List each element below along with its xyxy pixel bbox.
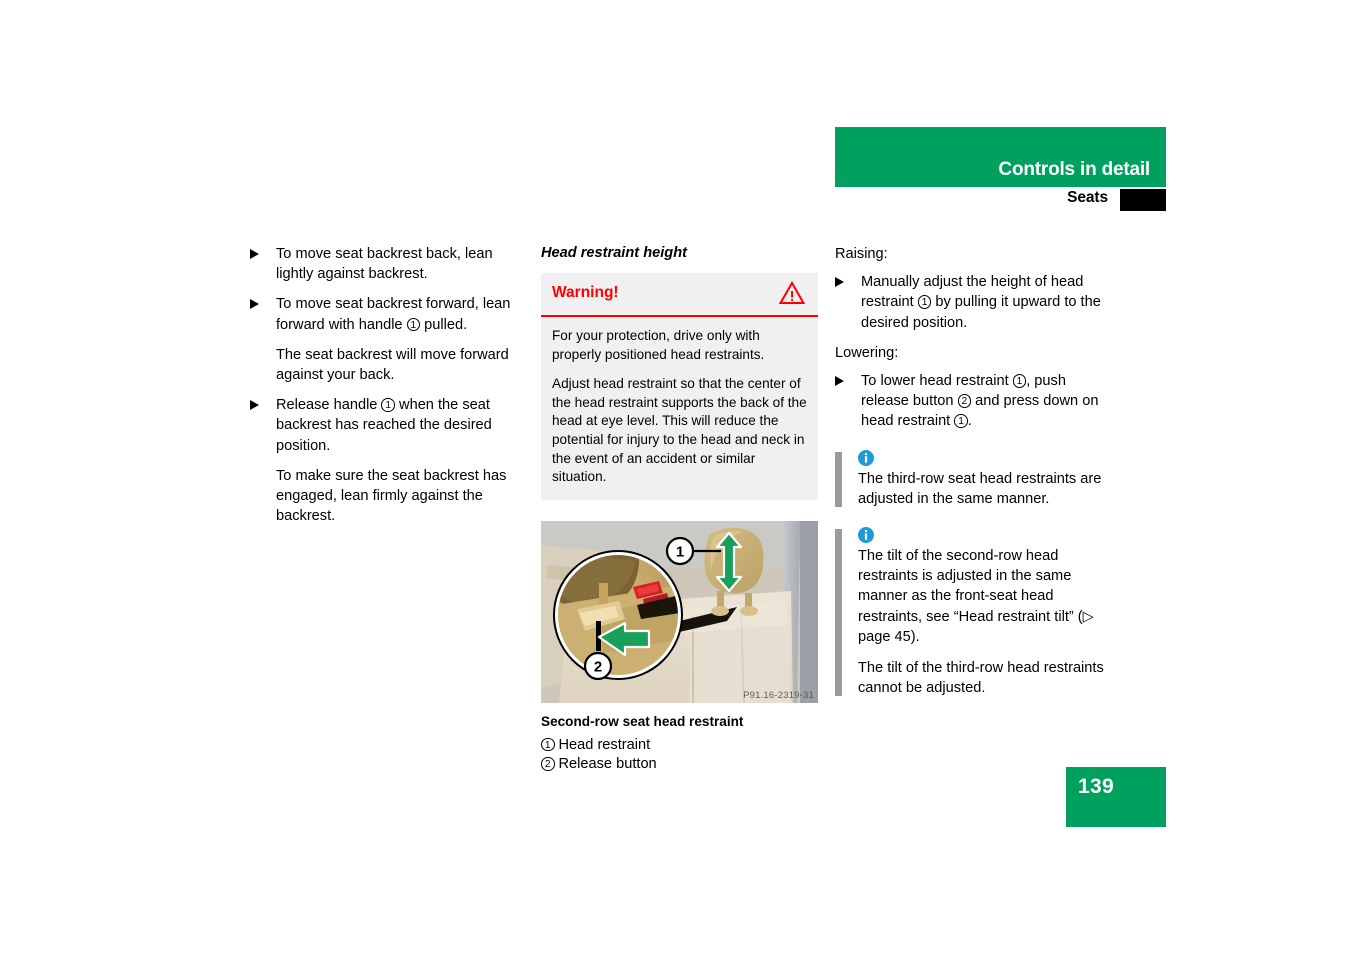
page-number-box: 139	[1066, 767, 1166, 827]
circled-number-1: 1	[381, 398, 395, 412]
triangle-bullet-icon	[250, 399, 259, 410]
note-paragraph: The tilt of the third-row head restraint…	[858, 660, 1104, 697]
instruction-note: The seat backrest will move forward agai…	[276, 346, 509, 384]
raising-instruction: Manually adjust the height of head restr…	[835, 272, 1117, 333]
svg-text:2: 2	[594, 658, 602, 675]
warning-paragraph: Adjust head restraint so that the center…	[552, 376, 807, 485]
instruction-text: Release handle 1 when the seat backrest …	[276, 397, 492, 454]
circled-number-1: 1	[1012, 374, 1027, 388]
info-note-box: The tilt of the second-row head restrain…	[835, 527, 1117, 698]
figure-legend-label: Release button	[558, 756, 657, 773]
info-icon	[858, 449, 874, 466]
figure-legend-item: 1 Head restraint	[541, 736, 818, 756]
notes-container: The third-row seat head restraints are a…	[835, 449, 1117, 699]
triangle-bullet-icon	[835, 375, 844, 386]
warning-paragraph: For your protection, drive only with pro…	[552, 328, 765, 362]
info-note-box: The third-row seat head restraints are a…	[835, 449, 1117, 509]
raising-label: Raising:	[835, 246, 888, 262]
note-paragraph: The third-row seat head restraints are a…	[858, 470, 1102, 507]
note-paragraph: The tilt of the second-row head restrain…	[858, 548, 1094, 645]
figure-photo-id: P91.16-2319-31	[743, 689, 814, 701]
instruction-bullet: Release handle 1 when the seat backrest …	[250, 395, 532, 456]
figure-legend-label: Head restraint	[558, 736, 651, 753]
triangle-bullet-icon	[835, 276, 844, 287]
figure-legend: 1 Head restraint 2 Release button	[541, 736, 818, 775]
circled-number-1: 1	[917, 295, 932, 309]
middle-column: Head restraint height Warning! For your …	[541, 244, 818, 775]
warning-box: Warning! For your protection, drive only…	[541, 273, 818, 500]
warning-box-body: For your protection, drive only with pro…	[541, 317, 818, 500]
circled-number-2: 2	[957, 394, 972, 408]
note-side-bar	[835, 451, 842, 508]
header-section-row: Seats	[835, 189, 1166, 211]
instruction-note: To make sure the seat backrest has engag…	[276, 467, 507, 525]
warning-title: Warning!	[552, 284, 619, 301]
triangle-bullet-icon	[250, 298, 259, 309]
page-title: Controls in detail	[998, 159, 1150, 180]
header-green-bar: Controls in detail	[835, 127, 1166, 187]
instruction-text: To move seat backrest forward, lean forw…	[276, 296, 511, 333]
figure: 1 2 P91.16-2319-31 Second-row seat head …	[541, 520, 818, 775]
instruction-bullet: To move seat backrest forward, lean forw…	[250, 294, 532, 334]
section-tab-marker	[1120, 189, 1166, 211]
note-side-bar	[835, 529, 842, 697]
page-reference[interactable]: ▷ page 45	[858, 609, 1094, 645]
lowering-instruction: To lower head restraint 1, push release …	[835, 371, 1117, 432]
circled-number-1: 1	[541, 737, 555, 752]
subheading-head-restraint-height: Head restraint height	[541, 245, 687, 261]
instruction-text: To move seat backrest back, lean lightly…	[276, 246, 493, 283]
figure-legend-item: 2 Release button	[541, 755, 818, 775]
second-row-seat-head-restraint-illustration: 1 2 P91.16-2319-31	[541, 520, 818, 703]
figure-caption: Second-row seat head restraint	[541, 713, 744, 729]
circled-number-1: 1	[406, 317, 421, 332]
instruction-bullet: To move seat backrest back, lean lightly…	[250, 244, 532, 284]
info-icon	[858, 527, 874, 544]
circled-number-2: 2	[541, 757, 555, 771]
warning-box-header: Warning!	[541, 273, 818, 317]
lowering-instruction-text: To lower head restraint 1, push release …	[861, 373, 1099, 430]
raising-instruction-text: Manually adjust the height of head restr…	[861, 274, 1101, 331]
page-number: 139	[1078, 775, 1114, 798]
right-column: Raising: Manually adjust the height of h…	[835, 244, 1117, 702]
circled-number-1: 1	[954, 414, 968, 428]
lowering-label: Lowering:	[835, 344, 899, 361]
triangle-bullet-icon	[250, 248, 259, 259]
left-text-column: To move seat backrest back, lean lightly…	[250, 244, 532, 536]
warning-triangle-icon	[779, 281, 805, 304]
svg-text:1: 1	[676, 543, 684, 560]
left-instruction-list: To move seat backrest back, lean lightly…	[250, 244, 532, 526]
section-title: Seats	[1067, 189, 1108, 206]
